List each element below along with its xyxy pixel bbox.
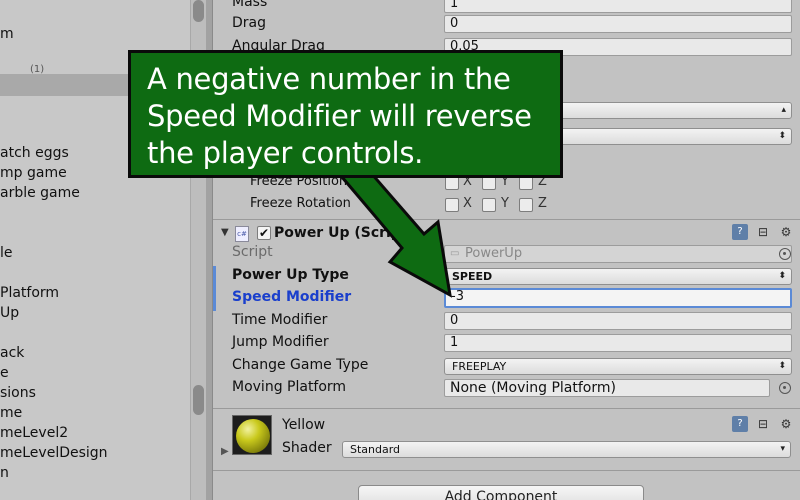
callout-text: A negative number in the Speed Modifier … [147,62,532,170]
callout-arrow-shape [333,156,452,298]
callout-box: A negative number in the Speed Modifier … [128,50,563,178]
